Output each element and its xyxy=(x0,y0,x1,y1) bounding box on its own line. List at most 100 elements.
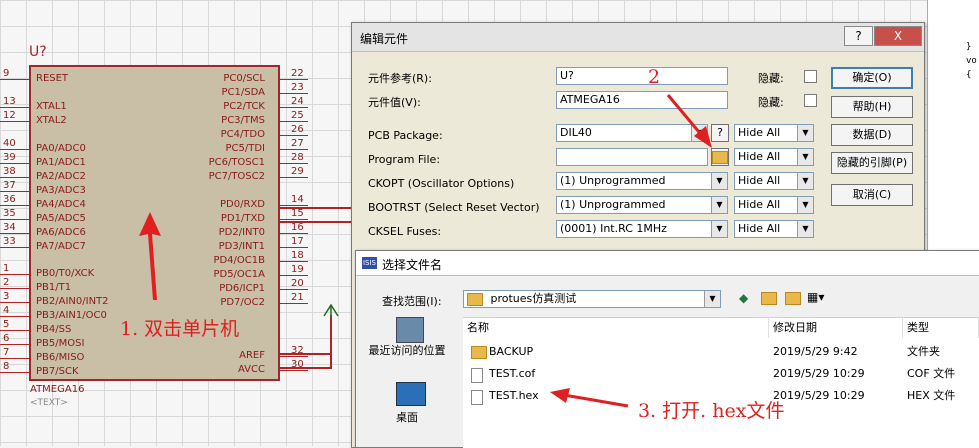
pin-lead xyxy=(0,121,29,122)
help-button[interactable]: 帮助(H) xyxy=(831,96,913,118)
chip-reference: U? xyxy=(29,44,47,60)
data-button[interactable]: 数据(D) xyxy=(831,124,913,146)
ckopt-visibility-select[interactable]: Hide All ▼ xyxy=(734,172,814,190)
pin-lead xyxy=(280,205,308,206)
pin-lead xyxy=(280,303,308,304)
column-type[interactable]: 类型 xyxy=(903,318,979,338)
cancel-button[interactable]: 取消(C) xyxy=(831,184,913,206)
cksel-visibility-select[interactable]: Hide All ▼ xyxy=(734,220,814,238)
pin-lead xyxy=(0,149,29,150)
pin-lead xyxy=(280,219,308,220)
pin-label: PD6/ICP1 xyxy=(219,283,265,294)
pin-label: PC7/TOSC2 xyxy=(208,171,265,182)
pin-label: PA2/ADC2 xyxy=(36,171,86,182)
annotation-step1: 1. 双击单片机 xyxy=(120,318,240,340)
pin-label: PD3/INT1 xyxy=(218,241,265,252)
pin-label: PA4/ADC4 xyxy=(36,199,86,210)
pin-lead xyxy=(280,121,308,122)
pin-lead xyxy=(0,358,29,359)
chevron-down-icon[interactable]: ▼ xyxy=(797,221,813,237)
pin-lead xyxy=(280,289,308,290)
pin-label: PA1/ADC1 xyxy=(36,157,86,168)
annotation-step3: 3. 打开. hex文件 xyxy=(638,400,785,422)
program-visibility-select[interactable]: Hide All ▼ xyxy=(734,148,814,166)
file-type: COF 文件 xyxy=(907,367,956,380)
file-dialog-titlebar[interactable]: ISIS 选择文件名 xyxy=(356,251,979,276)
browse-folder-button[interactable] xyxy=(711,148,729,166)
file-list[interactable]: 名称 修改日期 类型 BACKUP 2019/5/29 9:42 文件夹 TEST.c… xyxy=(463,317,979,448)
close-dialog-button[interactable]: X xyxy=(874,26,922,46)
hide-value-checkbox[interactable] xyxy=(804,94,817,107)
new-folder-icon[interactable] xyxy=(785,291,801,305)
chevron-down-icon[interactable]: ▼ xyxy=(797,125,813,141)
program-file-label: Program File: xyxy=(368,153,441,166)
chevron-down-icon[interactable]: ▼ xyxy=(711,221,727,237)
help-title-button[interactable]: ? xyxy=(844,26,873,46)
place-desktop[interactable]: 桌面 xyxy=(362,409,452,425)
program-file-input[interactable] xyxy=(556,148,708,166)
hidden-pins-button[interactable]: 隐藏的引脚(P) xyxy=(831,152,913,174)
ckopt-select[interactable]: (1) Unprogrammed ▼ xyxy=(556,172,728,190)
column-modified[interactable]: 修改日期 xyxy=(769,318,903,338)
pcb-visibility-select[interactable]: Hide All ▼ xyxy=(734,124,814,142)
pin-label: PA5/ADC5 xyxy=(36,213,86,224)
pin-label: PA0/ADC0 xyxy=(36,143,86,154)
back-icon[interactable]: ◆ xyxy=(739,291,748,305)
file-name: BACKUP xyxy=(489,345,534,358)
pin-label: PD0/RXD xyxy=(220,199,265,210)
chevron-down-icon[interactable]: ▼ xyxy=(711,173,727,189)
lookin-select[interactable]: protues仿真测试 ▼ xyxy=(463,290,721,308)
file-row[interactable]: TEST.cof 2019/5/29 10:29 COF 文件 xyxy=(463,364,979,384)
pin-label: PB5/MOSI xyxy=(36,338,85,349)
edit-dialog-titlebar[interactable]: 编辑元件 ? X xyxy=(352,23,924,52)
up-folder-icon[interactable] xyxy=(761,291,777,305)
pin-label: PC0/SCL xyxy=(223,73,265,84)
pin-label: PD2/INT0 xyxy=(218,227,265,238)
ok-button[interactable]: 确定(O) xyxy=(831,67,913,89)
file-name: TEST.cof xyxy=(489,367,536,380)
power-terminal-icon xyxy=(323,303,339,317)
isis-app-icon: ISIS xyxy=(362,257,377,269)
pin-label: PC2/TCK xyxy=(223,101,265,112)
lookin-label: 查找范围(I): xyxy=(382,295,442,308)
code-line: } xyxy=(966,42,972,52)
wire-power xyxy=(330,315,332,369)
pin-label: PA7/ADC7 xyxy=(36,241,86,252)
value-label: 元件值(V): xyxy=(368,96,421,109)
cksel-select[interactable]: (0001) Int.RC 1MHz ▼ xyxy=(556,220,728,238)
pin-lead xyxy=(280,135,308,136)
file-modified: 2019/5/29 9:42 xyxy=(773,345,858,358)
bootrst-select[interactable]: (1) Unprogrammed ▼ xyxy=(556,196,728,214)
pin-lead xyxy=(0,330,29,331)
pin-lead xyxy=(0,247,29,248)
chevron-down-icon[interactable]: ▼ xyxy=(797,149,813,165)
pin-label: PB3/AIN1/OC0 xyxy=(36,310,107,321)
recent-places-icon[interactable] xyxy=(396,317,424,343)
hide-ref-checkbox[interactable] xyxy=(804,70,817,83)
pin-lead xyxy=(0,233,29,234)
file-row[interactable]: BACKUP 2019/5/29 9:42 文件夹 xyxy=(463,342,979,362)
pin-lead xyxy=(280,356,308,357)
pin-lead xyxy=(0,163,29,164)
desktop-icon[interactable] xyxy=(396,382,426,406)
pin-lead xyxy=(0,107,29,108)
pin-lead xyxy=(280,163,308,164)
chevron-down-icon[interactable]: ▼ xyxy=(711,197,727,213)
bootrst-visibility-select[interactable]: Hide All ▼ xyxy=(734,196,814,214)
column-name[interactable]: 名称 xyxy=(463,318,769,338)
chevron-down-icon[interactable]: ▼ xyxy=(797,197,813,213)
hidden-label-value: 隐藏: xyxy=(758,96,784,109)
ref-input[interactable]: U? xyxy=(556,67,728,85)
pin-label: PA6/ADC6 xyxy=(36,227,86,238)
view-menu-icon[interactable]: ▦▾ xyxy=(807,290,824,304)
ckopt-label: CKOPT (Oscillator Options) xyxy=(368,177,515,190)
place-recent[interactable]: 最近访问的位置 xyxy=(362,344,452,357)
chevron-down-icon[interactable]: ▼ xyxy=(704,291,720,307)
pin-label: PB0/T0/XCK xyxy=(36,268,95,279)
pin-lead xyxy=(280,370,308,371)
wire-avcc xyxy=(280,367,332,369)
places-bar: 最近访问的位置 桌面 xyxy=(356,313,458,447)
arrow-step1-icon xyxy=(139,212,161,300)
chevron-down-icon[interactable]: ▼ xyxy=(797,173,813,189)
wire-pd0 xyxy=(280,207,355,209)
